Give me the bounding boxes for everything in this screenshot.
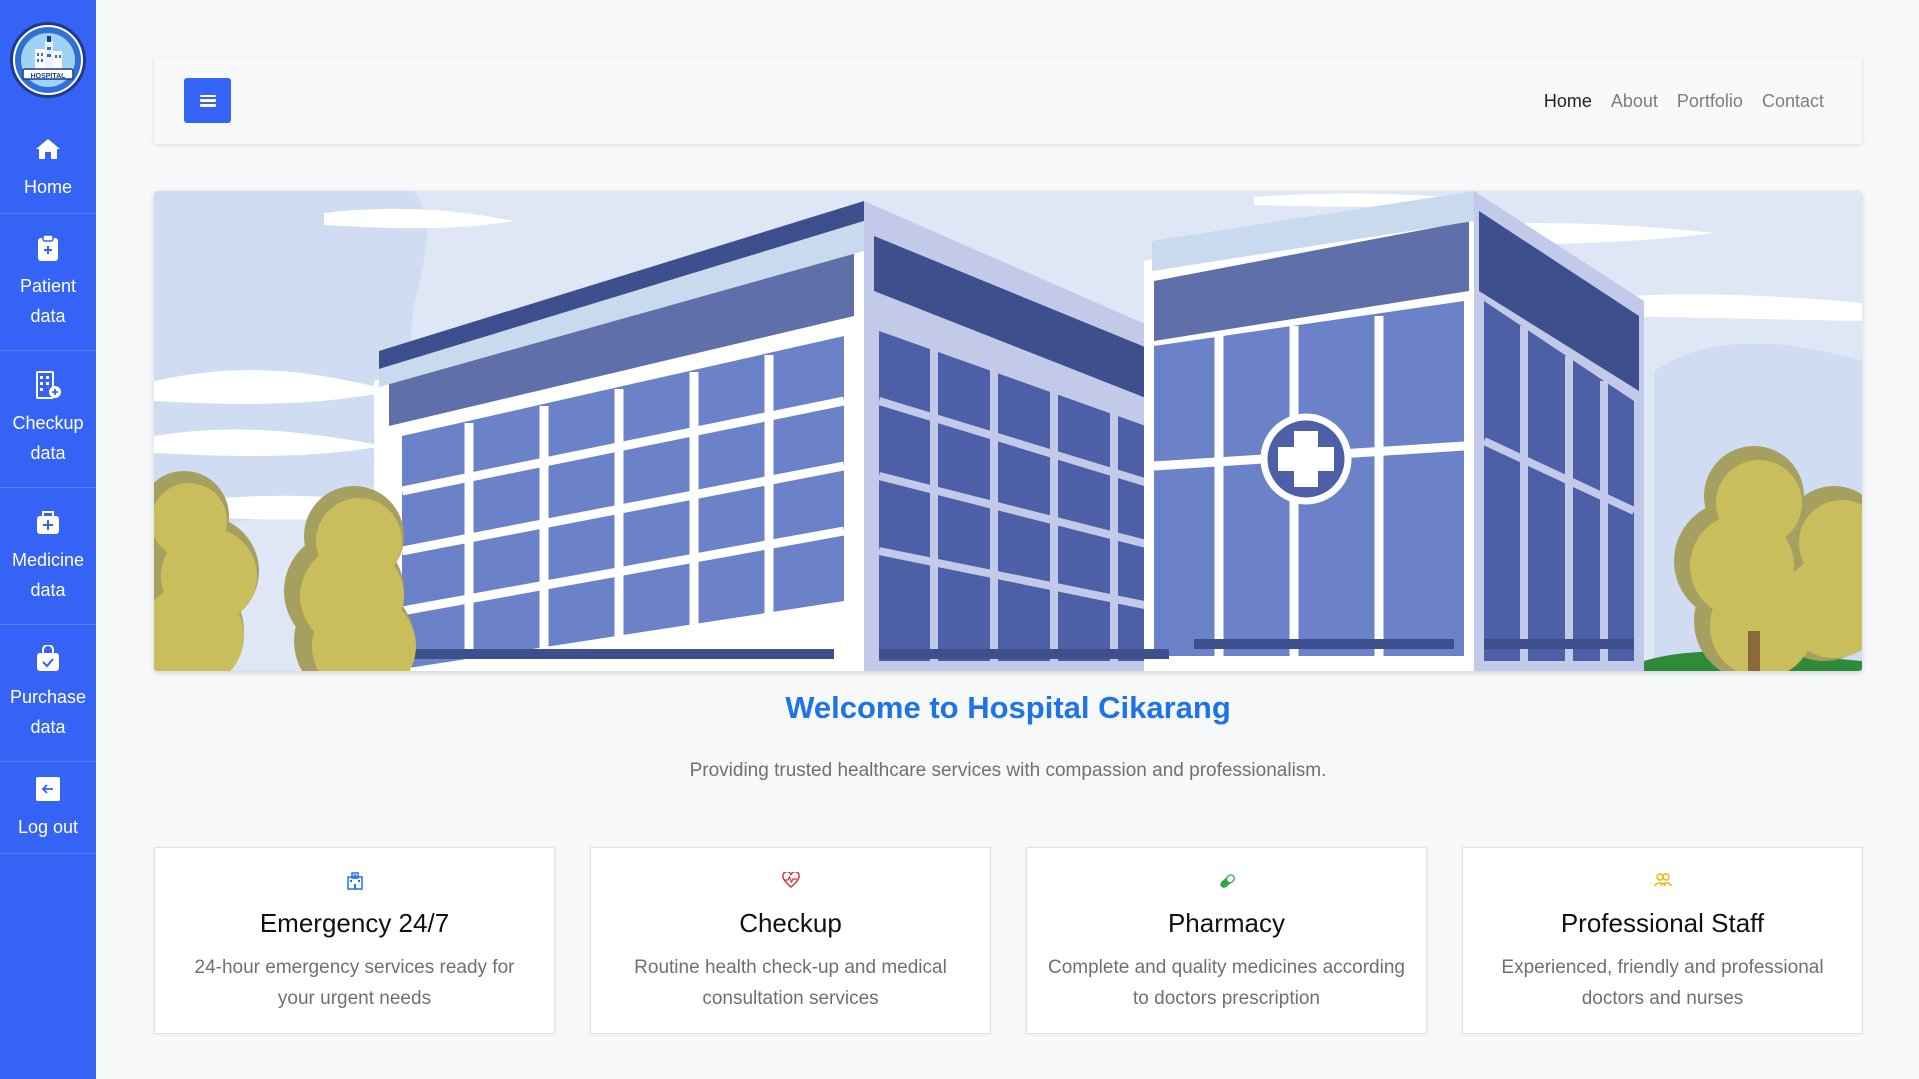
- heart-pulse-icon: [591, 872, 990, 890]
- capsule-icon: [1027, 872, 1426, 890]
- hero-illustration: [154, 191, 1862, 671]
- feature-title: Professional Staff: [1560, 908, 1765, 938]
- sidebar-item-purchase-data[interactable]: Purchase data: [0, 625, 96, 762]
- medical-bag-icon: [33, 507, 63, 537]
- top-navbar: Home About Portfolio Contact: [154, 58, 1862, 144]
- feature-description: Routine health check-up and medical cons…: [634, 957, 947, 1009]
- feature-card-checkup: Checkup Routine health check-up and medi…: [590, 847, 991, 1034]
- shopping-bag-check-icon: [33, 644, 63, 674]
- top-nav-links: Home About Portfolio Contact: [1525, 58, 1824, 144]
- nav-link-home[interactable]: Home: [1544, 91, 1592, 112]
- nav-link-contact[interactable]: Contact: [1762, 91, 1824, 112]
- hospital-icon: [155, 872, 554, 890]
- hamburger-icon: [199, 94, 216, 107]
- sidebar-nav: Home Patient data Checkup data Medicine …: [0, 122, 96, 854]
- sidebar-item-patient-data[interactable]: Patient data: [0, 214, 96, 351]
- feature-title: Emergency 24/7: [259, 908, 450, 938]
- sidebar-item-label: Medicine data: [11, 550, 85, 600]
- clipboard-plus-icon: [33, 233, 63, 263]
- people-icon: [1463, 872, 1862, 890]
- feature-description: Experienced, friendly and professional d…: [1501, 957, 1824, 1009]
- feature-card-emergency: Emergency 24/7 24-hour emergency service…: [154, 847, 555, 1034]
- feature-description: 24-hour emergency services ready for you…: [194, 957, 515, 1009]
- hospital-logo[interactable]: [10, 22, 86, 98]
- welcome-tagline: Providing trusted healthcare services wi…: [689, 760, 1327, 781]
- building-add-icon: [33, 370, 63, 400]
- sidebar-item-checkup-data[interactable]: Checkup data: [0, 351, 96, 488]
- sidebar-item-label: Patient data: [19, 276, 77, 326]
- welcome-title: Welcome to Hospital Cikarang: [785, 690, 1231, 725]
- logo-text: HOSPITAL: [30, 73, 66, 80]
- feature-title: Checkup: [739, 908, 842, 938]
- sidebar-item-home[interactable]: Home: [0, 122, 96, 214]
- sidebar: HOSPITAL Home Patient data Checkup data …: [0, 0, 96, 1079]
- nav-link-portfolio[interactable]: Portfolio: [1677, 91, 1743, 112]
- home-icon: [33, 134, 63, 164]
- sidebar-item-label: Log out: [17, 816, 79, 837]
- sidebar-item-label: Purchase data: [9, 687, 87, 737]
- feature-card-pharmacy: Pharmacy Complete and quality medicines …: [1026, 847, 1427, 1034]
- feature-title: Pharmacy: [1167, 908, 1286, 938]
- feature-description: Complete and quality medicines according…: [1048, 957, 1405, 1009]
- nav-link-about[interactable]: About: [1611, 91, 1658, 112]
- menu-toggle-button[interactable]: [184, 78, 231, 123]
- sidebar-item-label: Checkup data: [12, 413, 84, 463]
- sidebar-item-label: Home: [23, 176, 72, 197]
- sidebar-item-log-out[interactable]: Log out: [0, 762, 96, 854]
- feature-card-professional-staff: Professional Staff Experienced, friendly…: [1462, 847, 1863, 1034]
- arrow-left-icon: [33, 774, 63, 804]
- sidebar-item-medicine-data[interactable]: Medicine data: [0, 488, 96, 625]
